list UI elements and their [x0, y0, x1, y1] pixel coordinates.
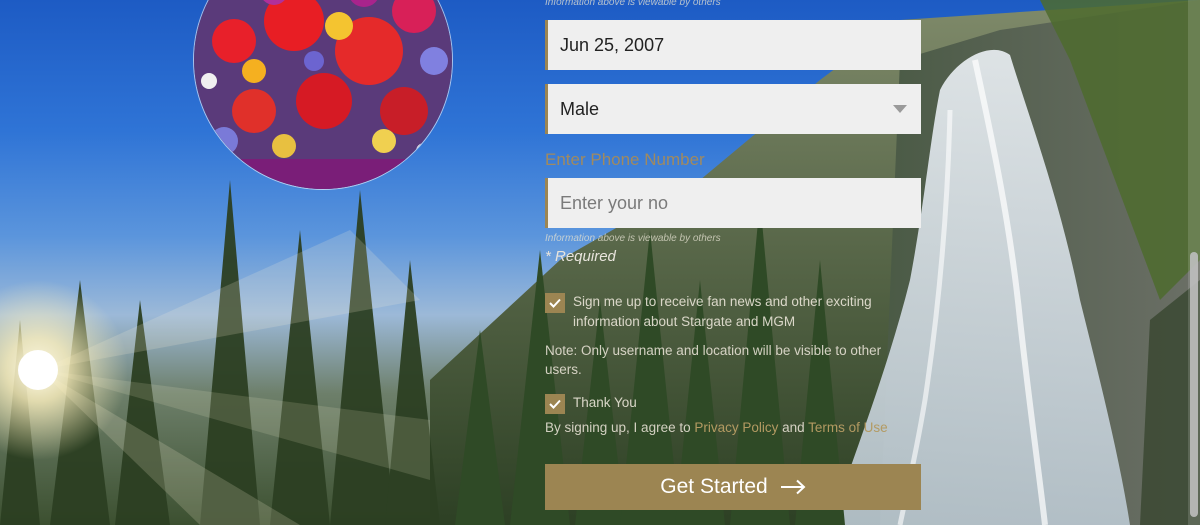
birthdate-field[interactable]: Jun 25, 2007: [545, 20, 921, 70]
terms-prefix: By signing up, I agree to: [545, 420, 695, 435]
phone-label: Enter Phone Number: [545, 150, 705, 169]
terms-of-use-link[interactable]: Terms of Use: [808, 420, 888, 435]
check-icon: [549, 298, 561, 308]
gender-select[interactable]: Male: [545, 84, 921, 134]
newsletter-checkbox[interactable]: [545, 293, 565, 313]
get-started-label: Get Started: [660, 475, 768, 498]
newsletter-option[interactable]: Sign me up to receive fan news and other…: [545, 292, 893, 332]
terms-text: By signing up, I agree to Privacy Policy…: [545, 420, 888, 435]
visibility-note: Note: Only username and location will be…: [545, 343, 882, 377]
caret-down-icon: [893, 105, 907, 113]
phone-input[interactable]: [560, 192, 921, 214]
newsletter-label: Sign me up to receive fan news and other…: [573, 294, 872, 329]
required-label: * Required: [545, 248, 616, 265]
privacy-policy-link[interactable]: Privacy Policy: [694, 420, 778, 435]
terms-and: and: [778, 420, 809, 435]
arrow-right-icon: [780, 479, 806, 495]
get-started-button[interactable]: Get Started: [545, 464, 921, 510]
thank-you-label: Thank You: [573, 395, 637, 410]
check-icon: [549, 399, 561, 409]
phone-field[interactable]: [545, 178, 921, 228]
phone-visibility-note: Information above is viewable by others: [545, 233, 721, 244]
gender-value: Male: [560, 98, 600, 119]
thank-you-option[interactable]: Thank You: [545, 393, 893, 414]
scrollbar-thumb[interactable]: [1190, 252, 1198, 517]
page-scrollbar[interactable]: [1188, 0, 1200, 525]
thank-you-checkbox[interactable]: [545, 394, 565, 414]
birthdate-value: Jun 25, 2007: [560, 34, 665, 55]
top-visibility-note: Information above is viewable by others: [545, 0, 721, 8]
